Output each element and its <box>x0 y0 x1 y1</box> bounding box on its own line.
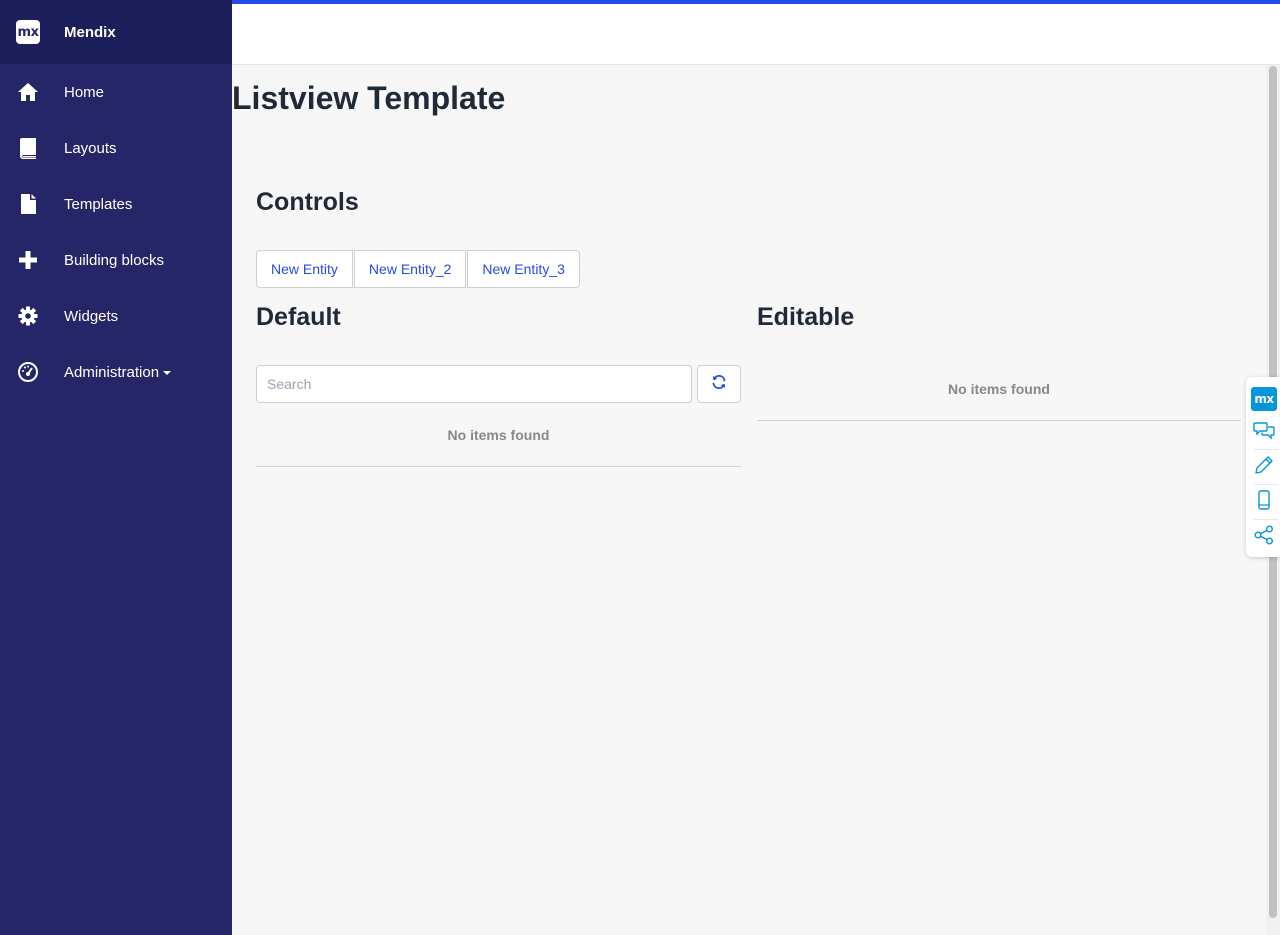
refresh-icon <box>711 374 727 395</box>
plus-icon <box>17 249 39 271</box>
controls-heading: Controls <box>256 188 359 216</box>
default-empty-message: No items found <box>447 427 550 443</box>
file-icon <box>17 193 39 215</box>
toolbar-separator <box>1254 519 1278 520</box>
editable-heading: Editable <box>757 303 855 331</box>
home-icon <box>17 81 39 103</box>
page-title: Listview Template <box>232 80 506 116</box>
mendix-logo: mx <box>16 20 40 44</box>
sidebar-item-home[interactable]: Home <box>0 64 232 120</box>
toolbar-separator <box>1254 449 1278 450</box>
sidebar-item-label: Home <box>64 83 105 101</box>
gear-icon <box>17 305 39 327</box>
sidebar: mx Mendix Home Layouts Templates Buildin… <box>0 0 232 935</box>
default-divider <box>256 466 741 467</box>
sidebar-item-layouts[interactable]: Layouts <box>0 120 232 176</box>
sidebar-item-widgets[interactable]: Widgets <box>0 288 232 344</box>
editable-empty-message: No items found <box>948 381 1050 397</box>
caret-down-icon <box>163 370 172 375</box>
sidebar-item-building-blocks[interactable]: Building blocks <box>0 232 232 288</box>
sidebar-item-label: Templates <box>64 195 133 213</box>
new-entity-button[interactable]: New Entity <box>256 250 353 288</box>
new-entity-2-button[interactable]: New Entity_2 <box>353 250 467 288</box>
top-bar <box>232 0 1280 65</box>
share-icon <box>1254 525 1274 550</box>
dashboard-icon <box>17 361 39 383</box>
brand-name: Mendix <box>64 23 116 41</box>
sidebar-item-label-text: Administration <box>64 363 160 381</box>
sidebar-item-label: Administration <box>64 363 172 381</box>
brand[interactable]: mx Mendix <box>0 0 232 64</box>
search-input[interactable] <box>256 365 692 403</box>
sidebar-item-templates[interactable]: Templates <box>0 176 232 232</box>
side-toolbar: mx <box>1246 377 1280 557</box>
share-button[interactable] <box>1252 525 1276 549</box>
sidebar-item-label: Widgets <box>64 307 119 325</box>
toolbar-separator <box>1254 484 1278 485</box>
editable-divider <box>757 420 1241 421</box>
default-heading: Default <box>256 303 341 331</box>
book-icon <box>17 137 39 159</box>
pencil-icon <box>1254 455 1274 480</box>
controls-button-group: New Entity New Entity_2 New Entity_3 <box>256 250 580 288</box>
chat-button[interactable] <box>1252 420 1276 444</box>
sidebar-item-administration[interactable]: Administration <box>0 344 232 400</box>
mx-logo-button[interactable]: mx <box>1251 387 1277 411</box>
mobile-preview-button[interactable] <box>1252 489 1276 515</box>
refresh-button[interactable] <box>697 365 741 403</box>
mobile-icon <box>1257 489 1271 515</box>
edit-button[interactable] <box>1252 455 1276 479</box>
sidebar-item-label: Building blocks <box>64 251 165 269</box>
chat-icon <box>1253 420 1275 445</box>
new-entity-3-button[interactable]: New Entity_3 <box>467 250 580 288</box>
sidebar-item-label: Layouts <box>64 139 117 157</box>
